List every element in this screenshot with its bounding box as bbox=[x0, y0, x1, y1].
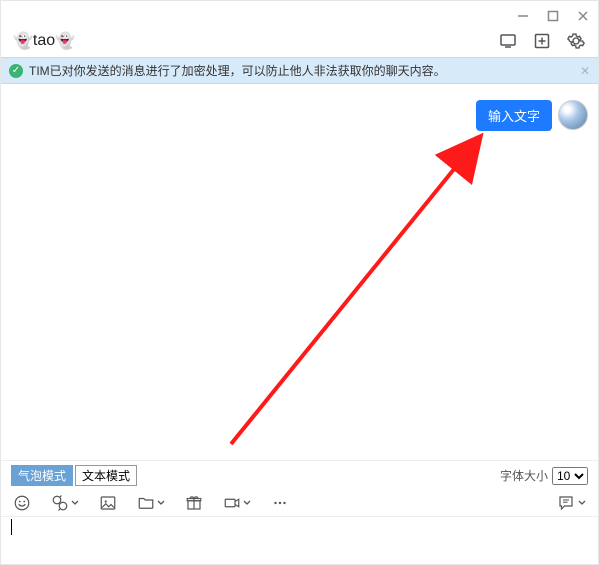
avatar[interactable] bbox=[558, 100, 588, 130]
ghost-icon: 👻 bbox=[13, 31, 33, 51]
video-icon[interactable] bbox=[223, 494, 251, 512]
chat-area: 输入文字 bbox=[1, 84, 598, 460]
settings-icon[interactable] bbox=[566, 31, 586, 51]
ghost-icon: 👻 bbox=[55, 31, 75, 51]
contact-name: 👻 tao 👻 bbox=[13, 31, 75, 51]
gift-icon[interactable] bbox=[185, 494, 203, 512]
maximize-button[interactable] bbox=[546, 9, 560, 23]
emoji-icon[interactable] bbox=[13, 494, 31, 512]
text-cursor bbox=[11, 519, 12, 535]
bubble-mode-button[interactable]: 气泡模式 bbox=[11, 465, 73, 486]
message-bubble[interactable]: 输入文字 bbox=[476, 100, 552, 131]
notice-text: TIM已对你发送的消息进行了加密处理，可以防止他人非法获取你的聊天内容。 bbox=[29, 62, 446, 79]
message-row: 输入文字 bbox=[476, 100, 588, 131]
window-titlebar bbox=[1, 1, 598, 31]
screen-share-icon[interactable] bbox=[498, 31, 518, 51]
screenshot-icon[interactable] bbox=[51, 494, 79, 512]
encryption-notice: ✓ TIM已对你发送的消息进行了加密处理，可以防止他人非法获取你的聊天内容。 ✕ bbox=[1, 57, 598, 84]
close-window-button[interactable] bbox=[576, 9, 590, 23]
folder-icon[interactable] bbox=[137, 494, 165, 512]
image-icon[interactable] bbox=[99, 494, 117, 512]
chat-header: 👻 tao 👻 bbox=[1, 31, 598, 57]
close-notice-button[interactable]: ✕ bbox=[580, 64, 590, 78]
message-input[interactable] bbox=[1, 517, 598, 565]
font-size-select[interactable]: 891011121416 bbox=[552, 467, 588, 485]
minimize-button[interactable] bbox=[516, 9, 530, 23]
text-mode-button[interactable]: 文本模式 bbox=[75, 465, 137, 486]
input-toolbar bbox=[1, 488, 598, 517]
message-history-icon[interactable] bbox=[556, 494, 586, 512]
contact-name-text: tao bbox=[33, 32, 55, 50]
add-panel-icon[interactable] bbox=[532, 31, 552, 51]
font-size-label: 字体大小 bbox=[500, 467, 548, 484]
check-icon: ✓ bbox=[9, 64, 23, 78]
mode-bar: 气泡模式 文本模式 字体大小 891011121416 bbox=[1, 460, 598, 488]
more-icon[interactable] bbox=[271, 494, 289, 512]
annotation-arrow bbox=[181, 124, 501, 454]
